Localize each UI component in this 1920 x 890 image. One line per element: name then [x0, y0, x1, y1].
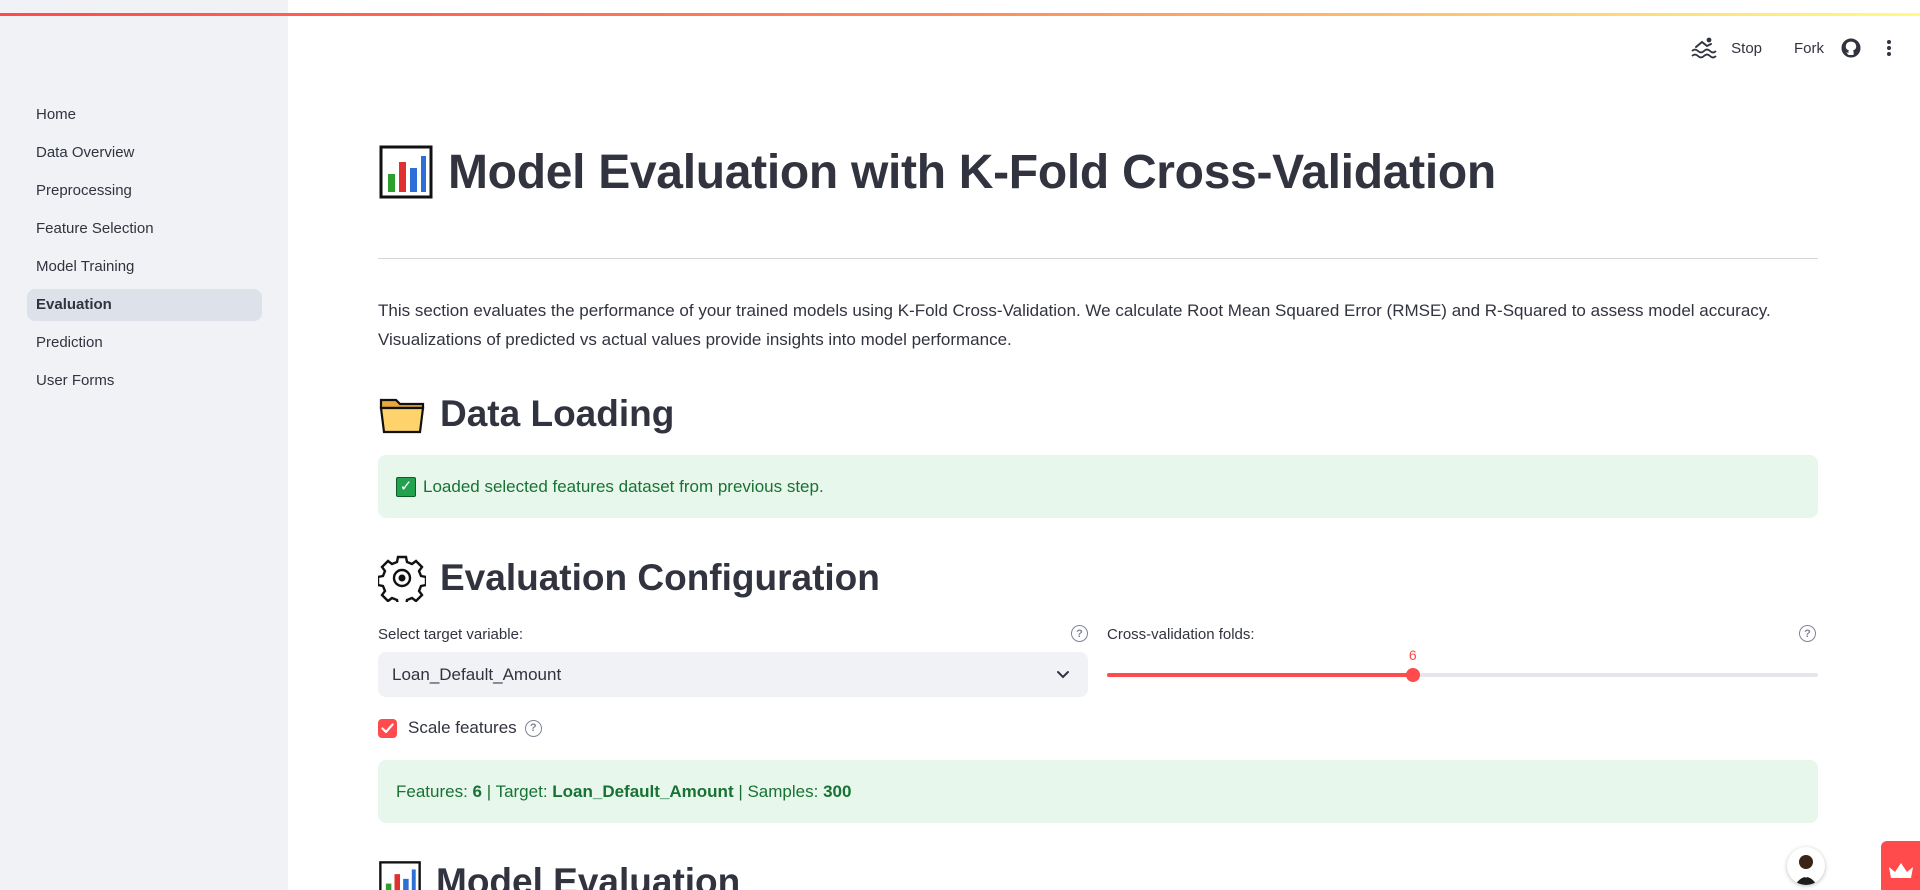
top-decoration-bar	[0, 13, 1920, 16]
folds-slider-fill	[1107, 673, 1413, 677]
sidebar-item-prediction[interactable]: Prediction	[27, 327, 262, 359]
gear-icon	[376, 554, 428, 607]
check-mark-icon: ✓	[396, 476, 416, 497]
streamlit-badge[interactable]	[1881, 841, 1920, 890]
help-icon[interactable]: ?	[524, 719, 542, 737]
fork-button[interactable]: Fork	[1794, 40, 1824, 57]
more-vert-icon[interactable]	[1876, 35, 1902, 61]
folds-slider-value: 6	[1408, 647, 1417, 663]
model-evaluation-heading-text: Model Evaluation	[436, 861, 741, 890]
page-title: Model Evaluation with K-Fold Cross-Valid…	[378, 144, 1496, 200]
folder-icon	[378, 390, 426, 438]
summary-target-value: Loan_Default_Amount	[552, 781, 734, 801]
target-variable-select[interactable]: Loan_Default_Amount	[378, 652, 1088, 697]
github-icon[interactable]	[1838, 35, 1864, 61]
folds-slider[interactable]	[1107, 668, 1818, 682]
sidebar: Home Data Overview Preprocessing Feature…	[0, 0, 288, 890]
evaluation-config-heading: Evaluation Configuration	[376, 554, 880, 607]
sidebar-item-model-training[interactable]: Model Training	[27, 251, 262, 283]
summary-features-value: 6	[472, 781, 483, 801]
sidebar-item-preprocessing[interactable]: Preprocessing	[27, 175, 262, 207]
success-alert-text: Loaded selected features dataset from pr…	[423, 476, 824, 496]
help-icon[interactable]: ?	[1799, 625, 1816, 642]
success-alert: ✓ Loaded selected features dataset from …	[378, 455, 1818, 518]
target-variable-label: Select target variable:	[378, 626, 524, 643]
data-loading-heading-text: Data Loading	[440, 393, 675, 434]
scale-features-label: Scale features	[408, 718, 517, 737]
folds-slider-thumb[interactable]	[1405, 668, 1420, 682]
divider	[378, 258, 1818, 259]
summary-target-label: | Target:	[482, 781, 553, 801]
summary-features-label: Features:	[396, 781, 473, 801]
intro-paragraph: This section evaluates the performance o…	[378, 301, 1771, 349]
sidebar-item-home[interactable]: Home	[27, 99, 262, 131]
folds-label: Cross-validation folds:	[1107, 626, 1255, 643]
sidebar-item-user-forms[interactable]: User Forms	[27, 365, 262, 397]
swimmer-icon	[1691, 35, 1717, 61]
sidebar-item-feature-selection[interactable]: Feature Selection	[27, 213, 262, 245]
page-title-text: Model Evaluation with K-Fold Cross-Valid…	[448, 145, 1496, 199]
evaluation-config-heading-text: Evaluation Configuration	[440, 557, 880, 598]
avatar[interactable]	[1787, 847, 1825, 885]
scale-features-row: Scale features ?	[378, 718, 542, 738]
data-loading-heading: Data Loading	[378, 390, 674, 438]
summary-samples-value: 300	[823, 781, 852, 801]
dataset-summary-alert: Features: 6 | Target: Loan_Default_Amoun…	[378, 760, 1818, 823]
stop-button[interactable]: Stop	[1731, 40, 1762, 57]
scale-features-checkbox[interactable]	[378, 718, 397, 738]
chevron-down-icon	[1054, 665, 1072, 683]
sidebar-nav: Home Data Overview Preprocessing Feature…	[27, 99, 262, 403]
sidebar-item-data-overview[interactable]: Data Overview	[27, 137, 262, 169]
target-variable-value: Loan_Default_Amount	[392, 664, 562, 684]
header-actions: Stop Fork	[1691, 34, 1920, 62]
summary-samples-label: | Samples:	[733, 781, 824, 801]
model-evaluation-heading: Model Evaluation	[378, 860, 740, 890]
bar-chart-icon	[378, 144, 434, 200]
sidebar-item-evaluation[interactable]: Evaluation	[27, 289, 262, 321]
help-icon[interactable]: ?	[1071, 625, 1088, 642]
bar-chart-icon	[378, 860, 422, 890]
